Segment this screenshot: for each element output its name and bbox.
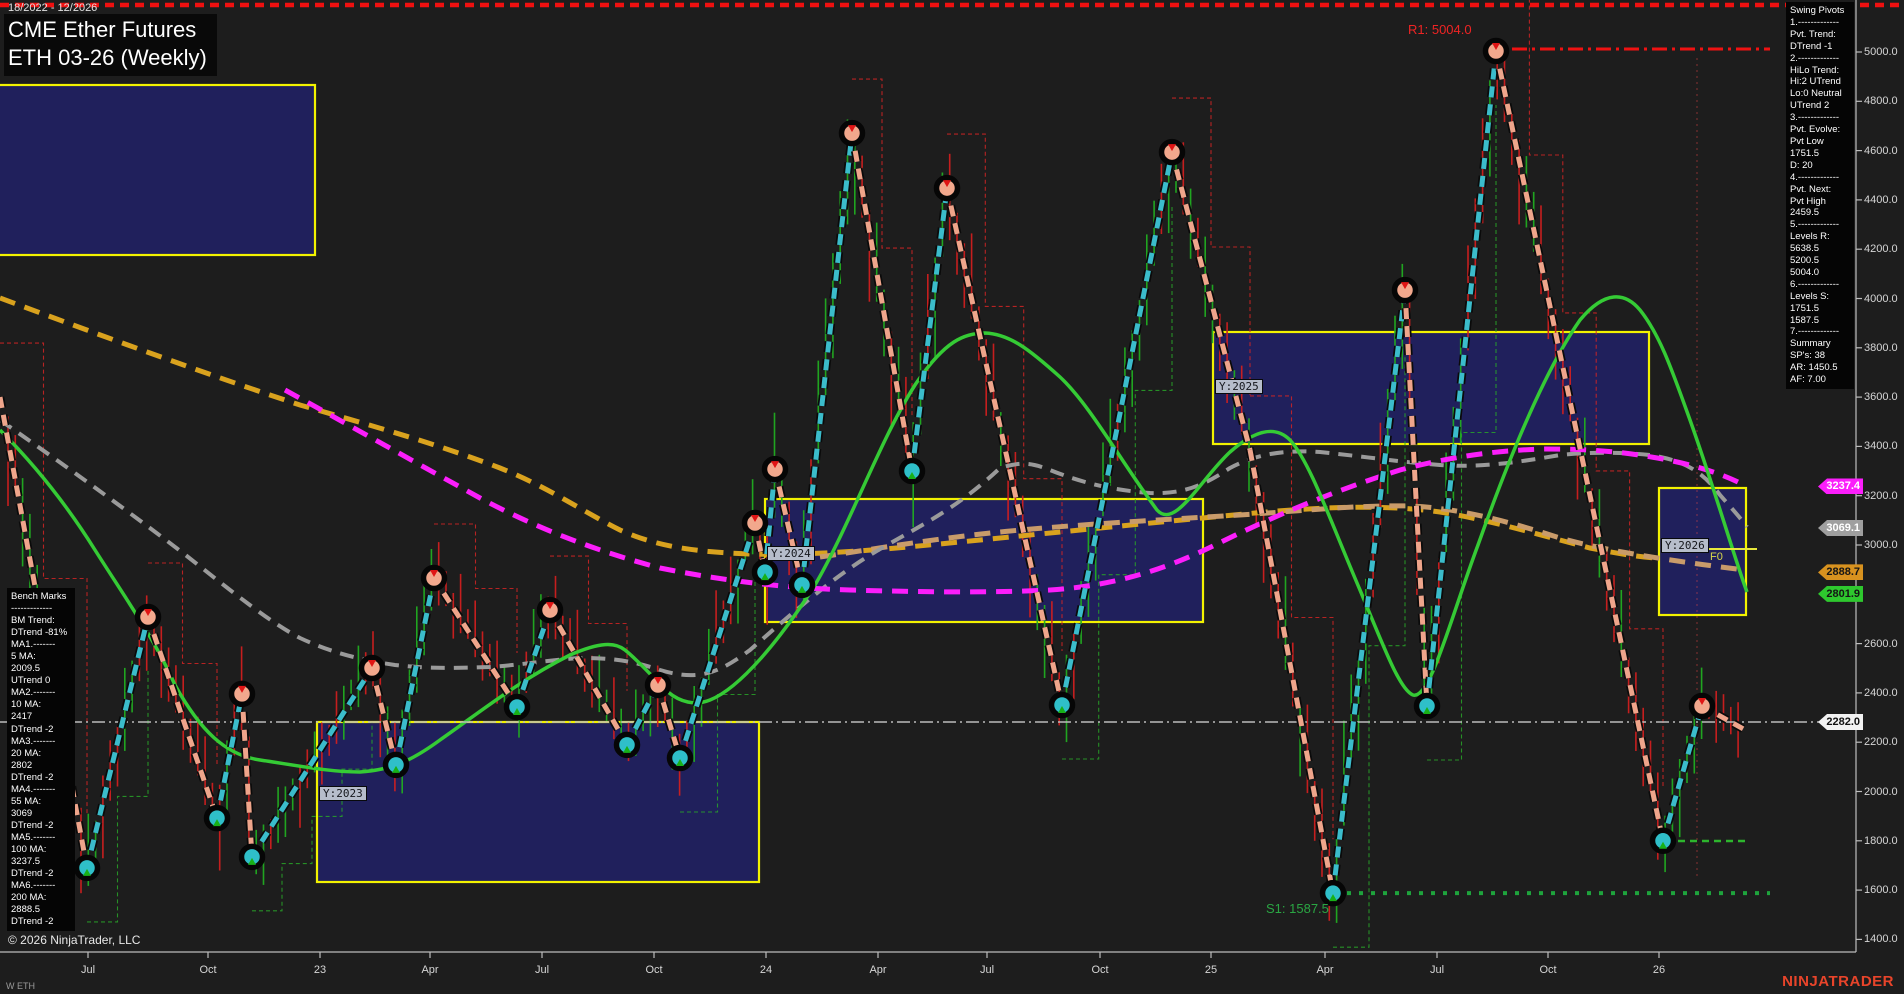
time-tick-label: Jul <box>80 964 96 976</box>
chart-title: CME Ether Futures <box>8 17 197 42</box>
price-tick-label: 4000.0 <box>1864 292 1898 305</box>
time-tick-label: 26 <box>1652 964 1666 976</box>
ninjatrader-logo: NINJATRADER <box>1782 973 1894 990</box>
price-tag-3237.4: 3237.4 <box>1818 478 1863 495</box>
year-range-label-2023[interactable]: Y:2023 <box>319 786 367 801</box>
pivot-f0-label[interactable]: F0 <box>1710 551 1723 563</box>
time-tick-label: Oct <box>1539 964 1557 976</box>
time-tick-label: Jul <box>1429 964 1445 976</box>
price-tag-3069.1: 3069.1 <box>1818 519 1863 536</box>
price-tick-label: 5000.0 <box>1864 46 1898 58</box>
price-tick-label: 2200.0 <box>1864 736 1898 749</box>
chart-canvas[interactable] <box>0 0 1904 994</box>
zigzag-down-leg <box>1169 151 1253 451</box>
price-tag-2801.9: 2801.9 <box>1818 585 1863 602</box>
price-tick-label: 4200.0 <box>1864 243 1898 256</box>
year-range-box[interactable] <box>315 720 761 884</box>
resistance-r1-label[interactable]: R1: 5004.0 <box>1408 22 1472 37</box>
copyright-watermark: © 2026 NinjaTrader, LLC <box>8 933 141 947</box>
year-range-box[interactable] <box>763 497 1205 624</box>
price-tick-label: 4600.0 <box>1864 144 1898 157</box>
stop-step-line-green <box>1062 206 1173 760</box>
price-tag-2282.0: 2282.0 <box>1818 713 1863 730</box>
zigzag-down-leg <box>944 187 1065 706</box>
price-tick-label: 3600.0 <box>1864 391 1898 404</box>
support-s1-label[interactable]: S1: 1587.5 <box>1266 901 1329 916</box>
chart-date-range: 18/2022 - 12/2026 <box>8 2 98 14</box>
price-tick-label: 4800.0 <box>1864 95 1898 108</box>
year-range-label-2024[interactable]: Y:2024 <box>767 546 815 561</box>
year-range-label-2025[interactable]: Y:2025 <box>1215 379 1263 394</box>
year-range-box[interactable] <box>0 83 317 257</box>
zigzag-up-leg <box>1660 705 1705 842</box>
zigzag-down-leg <box>431 576 520 709</box>
swing-pivots-panel: Swing Pivots 1.------------- Pvt. Trend: DT… <box>1786 2 1854 389</box>
price-tick-label: 2400.0 <box>1864 686 1898 699</box>
stop-step-line-red <box>1250 395 1334 840</box>
price-tick-label: 1800.0 <box>1864 834 1898 847</box>
time-tick-label: 23 <box>313 964 327 976</box>
year-range-label-2026[interactable]: Y:2026 <box>1661 538 1709 553</box>
price-tick-label: 1400.0 <box>1864 933 1898 946</box>
time-tick-label: 24 <box>759 964 773 976</box>
price-tag-2888.7: 2888.7 <box>1818 564 1863 581</box>
time-tick-label: 25 <box>1204 964 1218 976</box>
time-tick-label: Jul <box>534 964 550 976</box>
price-tick-label: 3200.0 <box>1864 489 1898 502</box>
chart-title-block: CME Ether Futures ETH 03-26 (Weekly) <box>4 14 217 76</box>
stop-step-line-green <box>87 671 149 923</box>
year-range-box[interactable] <box>1211 330 1651 446</box>
chart-subtitle: ETH 03-26 (Weekly) <box>8 45 207 70</box>
instrument-tag: W ETH <box>6 981 35 991</box>
zigzag-up-leg <box>214 693 245 819</box>
bench-marks-panel: Bench Marks ------------- BM Trend: DTrend … <box>7 588 75 932</box>
stop-step-line-red <box>550 555 628 691</box>
price-tick-label: 1600.0 <box>1864 884 1898 897</box>
ninjatrader-chart-window: 18/2022 - 12/2026 CME Ether Futures ETH … <box>0 0 1904 994</box>
price-tick-label: 3800.0 <box>1864 341 1898 354</box>
zigzag-up-leg <box>909 187 950 472</box>
price-tick-label: 3400.0 <box>1864 440 1898 453</box>
time-tick-label: Oct <box>645 964 663 976</box>
time-tick-label: Oct <box>199 964 217 976</box>
time-tick-label: Apr <box>1316 964 1334 976</box>
price-tick-label: 3000.0 <box>1864 539 1898 551</box>
time-tick-label: Jul <box>979 964 995 976</box>
time-tick-label: Oct <box>1091 964 1109 976</box>
price-tick-label: 2000.0 <box>1864 785 1898 798</box>
price-tick-label: 4400.0 <box>1864 193 1898 206</box>
time-tick-label: Apr <box>869 964 887 976</box>
time-tick-label: Apr <box>421 964 439 976</box>
price-tick-label: 2600.0 <box>1864 637 1898 650</box>
